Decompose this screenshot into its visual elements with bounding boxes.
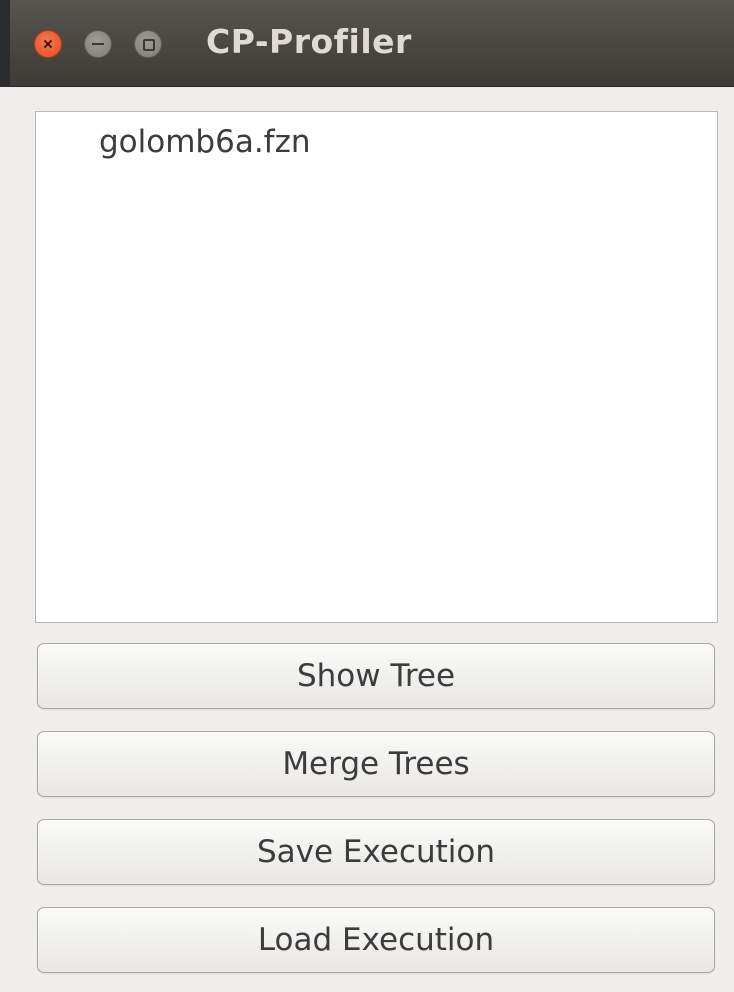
close-window-icon[interactable] (34, 30, 62, 58)
merge-trees-button[interactable]: Merge Trees (37, 731, 715, 797)
app-window: CP-Profiler golomb6a.fzn Show Tree Merge… (0, 0, 734, 992)
minimize-window-icon[interactable] (84, 30, 112, 58)
save-execution-button[interactable]: Save Execution (37, 819, 715, 885)
maximize-window-icon[interactable] (134, 30, 162, 58)
load-execution-button[interactable]: Load Execution (37, 907, 715, 973)
title-bar-edge (0, 0, 10, 86)
list-item[interactable]: golomb6a.fzn (99, 124, 311, 160)
window-title: CP-Profiler (206, 22, 412, 61)
title-bar[interactable]: CP-Profiler (0, 0, 734, 87)
executions-list[interactable]: golomb6a.fzn (35, 111, 718, 623)
show-tree-button[interactable]: Show Tree (37, 643, 715, 709)
